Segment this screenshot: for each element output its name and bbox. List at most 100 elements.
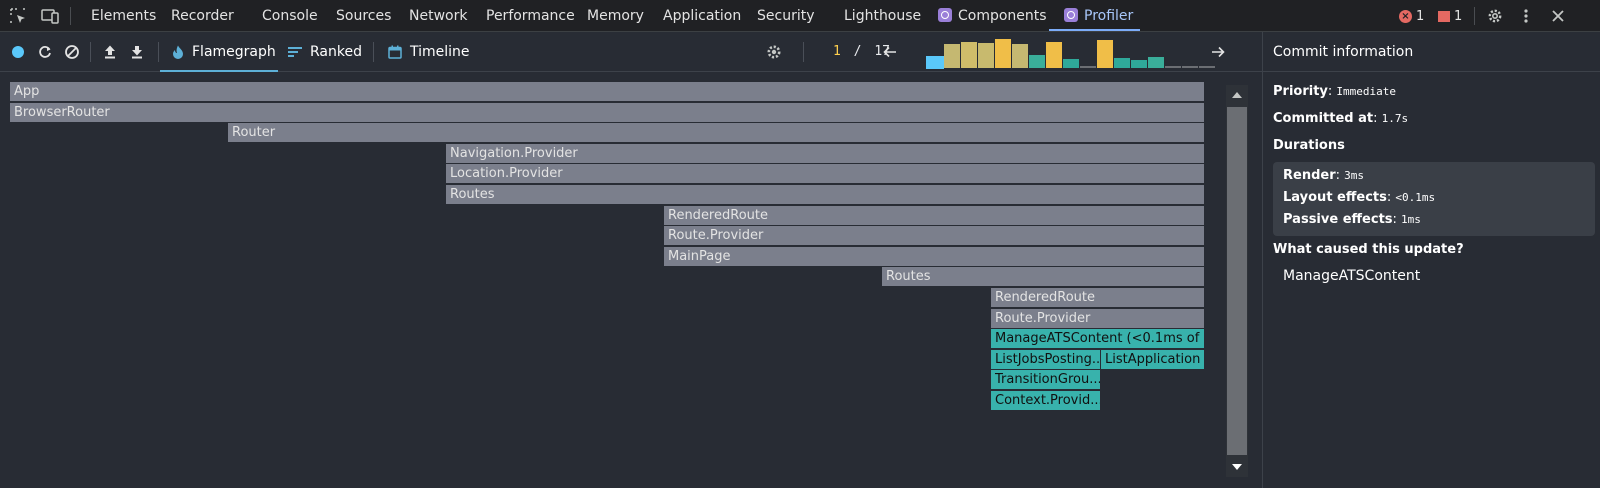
commit-bar[interactable] <box>1080 66 1096 68</box>
flamegraph-node[interactable]: ManageATSContent (<0.1ms of <box>991 329 1205 349</box>
layout-effects-row: Layout effects: <0.1ms <box>1283 190 1436 205</box>
render-duration-row: Render: 3ms <box>1283 168 1365 183</box>
passive-effects-value: 1ms <box>1401 213 1421 226</box>
tab-ranked[interactable]: Ranked <box>288 32 362 72</box>
commit-bar[interactable] <box>1097 40 1113 68</box>
tab-components[interactable]: Components <box>938 0 1047 32</box>
flamegraph-node[interactable]: Route.Provider <box>664 226 1205 246</box>
tab-memory[interactable]: Memory <box>587 0 644 32</box>
update-cause-component[interactable]: ManageATSContent <box>1283 268 1420 284</box>
scrollbar-thumb[interactable] <box>1227 107 1247 455</box>
committed-at-value: 1.7s <box>1381 112 1409 125</box>
flamegraph-node[interactable]: App <box>10 82 1205 102</box>
ranked-icon <box>288 46 302 58</box>
issue-count: 1 <box>1454 8 1463 24</box>
flamegraph-node[interactable]: ListJobsPosting... <box>991 350 1101 370</box>
devtools-window: Elements Recorder Console Sources Networ… <box>0 0 1600 488</box>
commit-bar[interactable] <box>944 44 960 68</box>
update-cause-label: What caused this update? <box>1273 242 1464 257</box>
record-button[interactable] <box>8 42 28 62</box>
active-view-indicator <box>160 70 278 72</box>
scroll-down-arrow-icon[interactable] <box>1226 457 1248 477</box>
flamegraph-node[interactable]: TransitionGrou... <box>991 370 1101 390</box>
commit-bar[interactable] <box>1165 66 1181 68</box>
flamegraph-node[interactable]: MainPage <box>664 247 1205 267</box>
durations-heading: Durations <box>1273 138 1345 153</box>
commit-bar-selected[interactable] <box>927 57 943 68</box>
commit-bar[interactable] <box>995 39 1011 68</box>
priority-row: Priority: Immediate <box>1273 84 1397 99</box>
settings-gear-icon[interactable] <box>1485 6 1505 26</box>
tab-flamegraph[interactable]: Flamegraph <box>172 32 276 72</box>
close-icon[interactable] <box>1548 6 1568 26</box>
error-count: 1 <box>1416 8 1425 24</box>
profiler-settings-gear-icon[interactable] <box>764 42 784 62</box>
previous-commit-arrow-icon[interactable] <box>880 42 900 62</box>
flamegraph-node[interactable]: BrowserRouter <box>10 103 1205 123</box>
react-icon <box>938 8 952 22</box>
commit-bar[interactable] <box>1063 59 1079 68</box>
inspect-element-icon[interactable] <box>8 6 28 26</box>
commit-separator: / <box>853 44 862 59</box>
react-icon <box>1064 8 1078 22</box>
commit-bar[interactable] <box>1182 66 1198 68</box>
commit-bar[interactable] <box>1131 60 1147 68</box>
update-cause-heading: What caused this update? <box>1273 242 1464 257</box>
scroll-up-arrow-icon[interactable] <box>1226 85 1248 105</box>
flamegraph-chart: App BrowserRouter Router Navigation.Provide… <box>10 82 1225 462</box>
render-label: Render <box>1283 168 1336 183</box>
device-toolbar-icon[interactable] <box>40 6 60 26</box>
flamegraph-node[interactable]: Routes <box>882 267 1205 287</box>
priority-value: Immediate <box>1336 85 1397 98</box>
tab-sources[interactable]: Sources <box>336 0 391 32</box>
load-profile-icon[interactable] <box>100 42 120 62</box>
commit-bar[interactable] <box>961 42 977 68</box>
more-options-icon[interactable] <box>1516 6 1536 26</box>
durations-box: Render: 3ms Layout effects: <0.1ms Passi… <box>1273 162 1595 236</box>
flamegraph-node[interactable]: Route.Provider <box>991 309 1205 329</box>
tab-lighthouse[interactable]: Lighthouse <box>844 0 921 32</box>
commit-bar[interactable] <box>1114 58 1130 68</box>
flamegraph-node[interactable]: RenderedRoute <box>991 288 1205 308</box>
commit-bar[interactable] <box>1148 57 1164 68</box>
tab-recorder[interactable]: Recorder <box>171 0 234 32</box>
commit-bar[interactable] <box>978 43 994 68</box>
commit-info-title: Commit information <box>1263 32 1600 72</box>
flamegraph-node[interactable]: Navigation.Provider <box>446 144 1205 164</box>
timeline-icon <box>388 45 402 59</box>
commit-bar[interactable] <box>1046 42 1062 68</box>
tab-timeline[interactable]: Timeline <box>388 32 470 72</box>
reload-and-profile-icon[interactable] <box>35 42 55 62</box>
commit-bar[interactable] <box>1012 44 1028 68</box>
flamegraph-scrollbar[interactable] <box>1226 85 1248 477</box>
render-value: 3ms <box>1344 169 1365 182</box>
clear-profiling-data-icon[interactable] <box>62 42 82 62</box>
flamegraph-node[interactable]: Routes <box>446 185 1205 205</box>
tab-network[interactable]: Network <box>409 0 467 32</box>
commit-bar[interactable] <box>1199 66 1215 68</box>
save-profile-icon[interactable] <box>127 42 147 62</box>
tab-flamegraph-label: Flamegraph <box>192 44 276 60</box>
tab-ranked-label: Ranked <box>310 44 362 60</box>
tab-security[interactable]: Security <box>757 0 815 32</box>
flamegraph-node[interactable]: Location.Provider <box>446 164 1205 184</box>
commit-snapshot-selector[interactable] <box>927 36 1219 68</box>
layout-effects-value: <0.1ms <box>1395 191 1436 204</box>
active-tab-indicator <box>1049 29 1140 31</box>
commit-information-panel: Commit information Priority: Immediate C… <box>1262 32 1600 488</box>
flamegraph-node[interactable]: RenderedRoute <box>664 206 1205 226</box>
tab-console[interactable]: Console <box>262 0 318 32</box>
flamegraph-node[interactable]: Context.Provid... <box>991 391 1101 411</box>
issue-count-badge[interactable]: 1 <box>1438 8 1462 24</box>
devtools-tab-bar: Elements Recorder Console Sources Networ… <box>0 0 1600 32</box>
error-count-badge[interactable]: × 1 <box>1399 8 1424 24</box>
commit-bar[interactable] <box>1029 55 1045 68</box>
tab-elements[interactable]: Elements <box>91 0 156 32</box>
committed-at-row: Committed at: 1.7s <box>1273 111 1409 126</box>
tab-application[interactable]: Application <box>663 0 741 32</box>
error-icon: × <box>1399 9 1412 23</box>
flamegraph-node[interactable]: ListApplication <box>1101 350 1205 370</box>
tab-profiler[interactable]: Profiler <box>1064 0 1133 32</box>
tab-performance[interactable]: Performance <box>486 0 575 32</box>
flamegraph-node[interactable]: Router <box>228 123 1205 143</box>
